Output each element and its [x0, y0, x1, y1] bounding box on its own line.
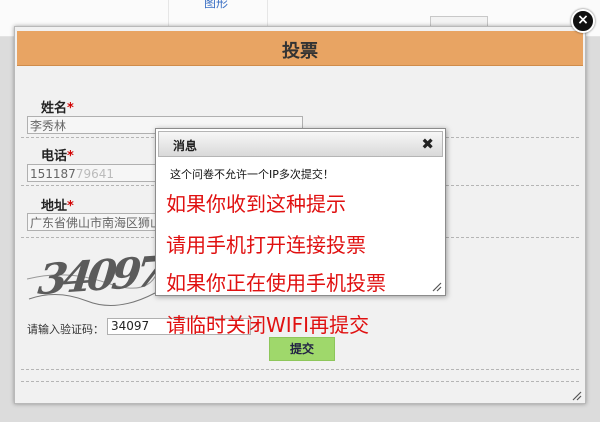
name-label: 姓名* [41, 101, 74, 116]
phone-label: 电话* [41, 149, 74, 164]
vote-title: 投票 [282, 41, 318, 62]
message-title: 消息 [173, 139, 198, 153]
background-link[interactable]: 图形 [204, 0, 228, 11]
annotation-text: 请临时关闭WIFI再提交 [166, 313, 370, 337]
divider [21, 381, 579, 382]
address-label: 地址* [41, 199, 74, 214]
annotation-text: 请用手机打开连接投票 [166, 233, 366, 257]
annotation-text: 如果你收到这种提示 [166, 192, 346, 216]
required-mark: * [67, 199, 74, 214]
annotation-text: 如果你正在使用手机投票 [166, 271, 386, 295]
resize-grip-icon[interactable] [432, 282, 442, 292]
divider [21, 369, 579, 370]
required-mark: * [67, 101, 74, 116]
message-header: 消息 ✖ [158, 131, 443, 157]
vote-header: 投票 [17, 31, 583, 66]
phone-blurred: 79641 [75, 167, 114, 181]
captcha-text: 34097 [35, 249, 157, 305]
captcha-label: 请输入验证码： [27, 323, 104, 336]
close-dialog-button[interactable]: × [571, 9, 595, 33]
captcha-image[interactable]: 34097 [27, 249, 157, 307]
submit-button[interactable]: 提交 [269, 337, 335, 361]
message-close-icon[interactable]: ✖ [421, 135, 434, 153]
message-text: 这个问卷不允许一个IP多次提交！ [170, 168, 334, 181]
required-mark: * [67, 149, 74, 164]
resize-grip-icon[interactable] [572, 391, 582, 401]
